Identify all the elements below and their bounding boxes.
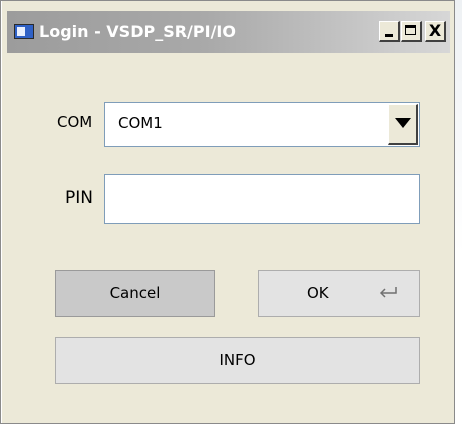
minimize-button[interactable] (379, 21, 400, 42)
close-icon: X (428, 21, 442, 40)
cancel-button-label: Cancel (109, 284, 161, 302)
pin-label: PIN (65, 188, 93, 208)
enter-key-icon (379, 287, 397, 298)
cancel-button[interactable]: Cancel (55, 270, 215, 317)
info-button-label: INFO (219, 351, 256, 369)
login-window: Login - VSDP_SR/PI/IO X COM COM1 PIN Can… (0, 0, 455, 424)
close-button[interactable]: X (425, 21, 446, 42)
minimize-icon (385, 34, 393, 37)
com-selected-value: COM1 (118, 114, 163, 132)
com-port-select[interactable]: COM1 (104, 102, 420, 147)
title-bar[interactable]: Login - VSDP_SR/PI/IO X (7, 11, 450, 53)
window-title: Login - VSDP_SR/PI/IO (39, 22, 236, 41)
dropdown-arrow-button[interactable] (388, 104, 418, 145)
pin-input[interactable] (104, 174, 420, 224)
maximize-icon (405, 25, 416, 35)
maximize-button[interactable] (401, 21, 422, 42)
app-window-icon[interactable] (14, 24, 34, 39)
dropdown-arrow-icon (395, 118, 411, 128)
info-button[interactable]: INFO (55, 337, 420, 384)
ok-button-label: OK (307, 284, 329, 302)
ok-button[interactable]: OK (258, 270, 420, 317)
com-label: COM (57, 113, 93, 131)
